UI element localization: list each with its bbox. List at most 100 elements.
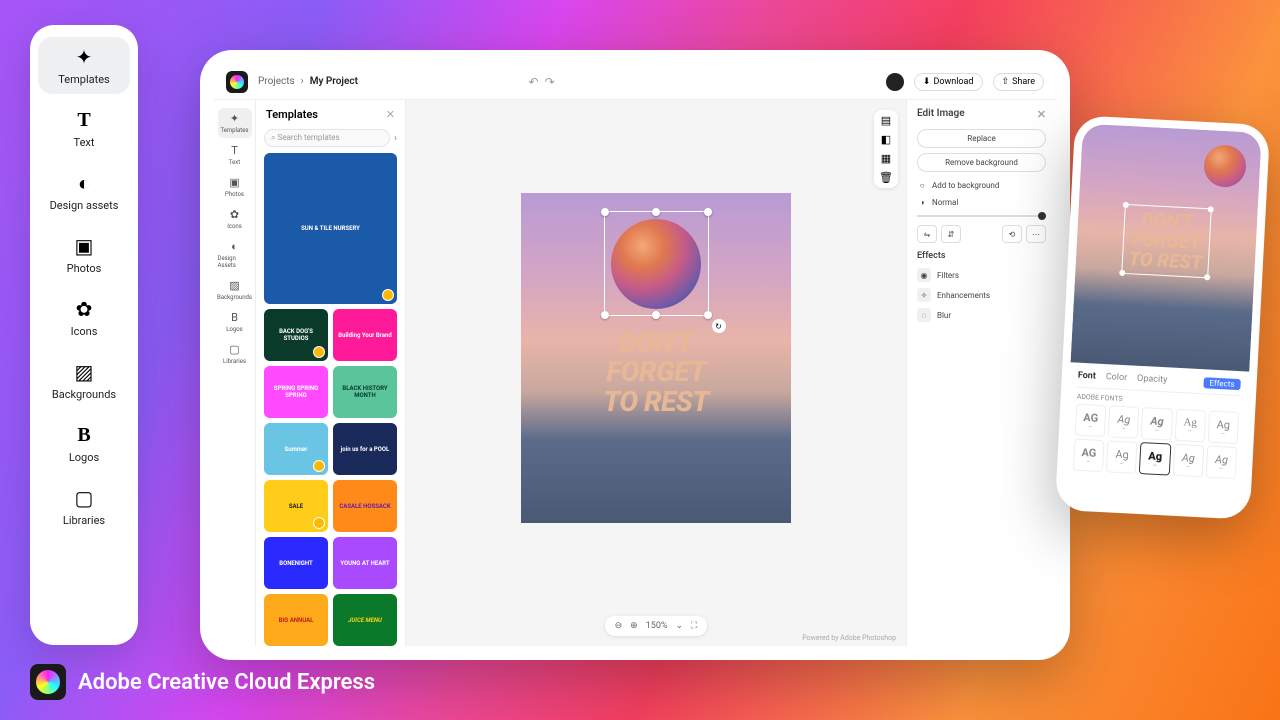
rail-text[interactable]: TText (218, 140, 252, 170)
rail-icons[interactable]: ✿Icons (218, 204, 252, 234)
user-avatar[interactable] (886, 73, 904, 91)
close-icon[interactable]: ✕ (1037, 108, 1046, 121)
grid-icon[interactable]: ▦ (878, 152, 894, 165)
font-option[interactable]: Ag— (1106, 440, 1138, 474)
template-card[interactable]: BIG ANNUAL (264, 594, 328, 646)
trash-icon[interactable]: 🗑 (878, 171, 894, 184)
download-button[interactable]: ⬇Download (914, 73, 983, 91)
template-card[interactable]: CASALE HOSSACK (333, 480, 397, 532)
text-icon: T (72, 108, 96, 132)
nav-text[interactable]: TText (38, 100, 130, 157)
selected-text[interactable]: DON'T FORGET TO REST (1121, 204, 1212, 278)
fit-icon[interactable]: ⛶ (691, 621, 697, 631)
tab-opacity[interactable]: Opacity (1137, 374, 1168, 387)
font-option[interactable]: Ag— (1174, 409, 1206, 443)
font-option-selected[interactable]: Ag— (1139, 442, 1171, 476)
template-card[interactable]: SPRING SPRING SPRING (264, 366, 328, 418)
rail-design-assets[interactable]: ◐Design Assets (218, 236, 252, 273)
filters-button[interactable]: ◉Filters (917, 265, 1046, 285)
font-option[interactable]: AG— (1073, 439, 1105, 473)
remove-bg-button[interactable]: Remove background (917, 153, 1046, 172)
rail-libraries[interactable]: ▢Libraries (218, 339, 252, 369)
rotate-handle-icon[interactable]: ↻ (712, 319, 726, 333)
tab-font[interactable]: Font (1078, 371, 1097, 383)
blend-mode-select[interactable]: ◑Normal (917, 194, 1046, 211)
resize-handle[interactable] (704, 311, 712, 319)
zoom-out-icon[interactable]: ⊖ (615, 621, 623, 631)
template-card[interactable]: SUN & TILE NURSERY (264, 153, 397, 304)
templates-grid: SUN & TILE NURSERY BACK DOG'S STUDIOS Bu… (256, 153, 405, 646)
zoom-in-icon[interactable]: ⊕ (630, 621, 638, 631)
search-templates-input[interactable]: ⌕ Search templates (264, 129, 390, 147)
resize-handle[interactable] (1208, 206, 1214, 212)
resize-handle[interactable] (601, 208, 609, 216)
chevron-right-icon[interactable]: › (394, 133, 397, 144)
resize-handle[interactable] (652, 311, 660, 319)
replace-button[interactable]: Replace (917, 129, 1046, 148)
rail-photos[interactable]: ▣Photos (218, 172, 252, 202)
resize-handle[interactable] (704, 208, 712, 216)
sphere-image (1203, 144, 1247, 188)
enhancements-button[interactable]: ✧Enhancements (917, 285, 1046, 305)
app-logo-icon[interactable] (226, 71, 248, 93)
templates-icon: ✦ (72, 45, 96, 69)
flip-h-button[interactable]: ⇋ (917, 225, 937, 243)
close-icon[interactable]: ✕ (386, 108, 395, 121)
template-card[interactable]: BLACK HISTORY MONTH (333, 366, 397, 418)
selected-image[interactable]: ↻ (604, 211, 709, 316)
more-button[interactable]: ⋯ (1026, 225, 1046, 243)
crop-icon[interactable]: ◧ (878, 133, 894, 146)
rail-templates[interactable]: ✦Templates (218, 108, 252, 138)
font-option[interactable]: AG— (1075, 404, 1107, 438)
artboard[interactable]: ↻ DON'T FORGET TO REST (521, 193, 791, 523)
tab-effects[interactable]: Effects (1203, 377, 1241, 390)
template-card[interactable]: YOUNG AT HEART (333, 537, 397, 589)
opacity-slider[interactable] (917, 215, 1046, 217)
blur-button[interactable]: ◌Blur (917, 305, 1046, 325)
zoom-level[interactable]: 150% (646, 621, 668, 631)
font-option[interactable]: Ag— (1205, 446, 1237, 480)
resize-handle[interactable] (601, 311, 609, 319)
resize-handle[interactable] (1122, 202, 1128, 208)
edit-panel-title: Edit Image (917, 108, 965, 121)
chevron-down-icon[interactable]: ⌄ (676, 621, 684, 631)
backgrounds-icon: ▨ (229, 279, 239, 292)
phone-artboard[interactable]: DON'T FORGET TO REST (1071, 124, 1262, 372)
resize-handle[interactable] (1204, 274, 1210, 280)
slogan-text[interactable]: DON'T FORGET TO REST (603, 328, 708, 416)
nav-logos[interactable]: BLogos (38, 415, 130, 472)
tab-color[interactable]: Color (1105, 372, 1127, 384)
template-card[interactable]: Building Your Brand (333, 309, 397, 361)
nav-backgrounds[interactable]: ▨Backgrounds (38, 352, 130, 409)
breadcrumb-root[interactable]: Projects (258, 76, 295, 87)
rail-logos[interactable]: BLogos (218, 307, 252, 337)
font-option[interactable]: Ag— (1108, 405, 1140, 439)
add-to-background-toggle[interactable]: ○Add to background (917, 177, 1046, 194)
template-card[interactable]: Summer (264, 423, 328, 475)
nav-design-assets[interactable]: ◐Design assets (38, 163, 130, 220)
nav-photos[interactable]: ▣Photos (38, 226, 130, 283)
flip-v-button[interactable]: ⇵ (941, 225, 961, 243)
share-button[interactable]: ⇧Share (993, 73, 1044, 91)
font-option[interactable]: Ag— (1207, 411, 1239, 445)
nav-libraries[interactable]: ▢Libraries (38, 478, 130, 535)
crop-button[interactable]: ⟲ (1002, 225, 1022, 243)
resize-handle[interactable] (1119, 269, 1125, 275)
resize-handle[interactable] (652, 208, 660, 216)
template-card[interactable]: JUICE MENU (333, 594, 397, 646)
font-option[interactable]: Ag— (1141, 407, 1173, 441)
premium-badge-icon (313, 517, 325, 529)
template-card[interactable]: BONENIGHT (264, 537, 328, 589)
redo-icon[interactable]: ↷ (545, 75, 555, 89)
nav-icons[interactable]: ✿Icons (38, 289, 130, 346)
template-card[interactable]: join us for a POOL (333, 423, 397, 475)
nav-templates[interactable]: ✦Templates (38, 37, 130, 94)
layers-icon[interactable]: ▤ (878, 114, 894, 127)
canvas-tools: ▤ ◧ ▦ 🗑 (874, 110, 898, 188)
font-option[interactable]: Ag— (1172, 444, 1204, 478)
search-icon: ⌕ (271, 133, 275, 142)
undo-icon[interactable]: ↶ (529, 75, 539, 89)
template-card[interactable]: SALE (264, 480, 328, 532)
rail-backgrounds[interactable]: ▨Backgrounds (218, 275, 252, 305)
template-card[interactable]: BACK DOG'S STUDIOS (264, 309, 328, 361)
